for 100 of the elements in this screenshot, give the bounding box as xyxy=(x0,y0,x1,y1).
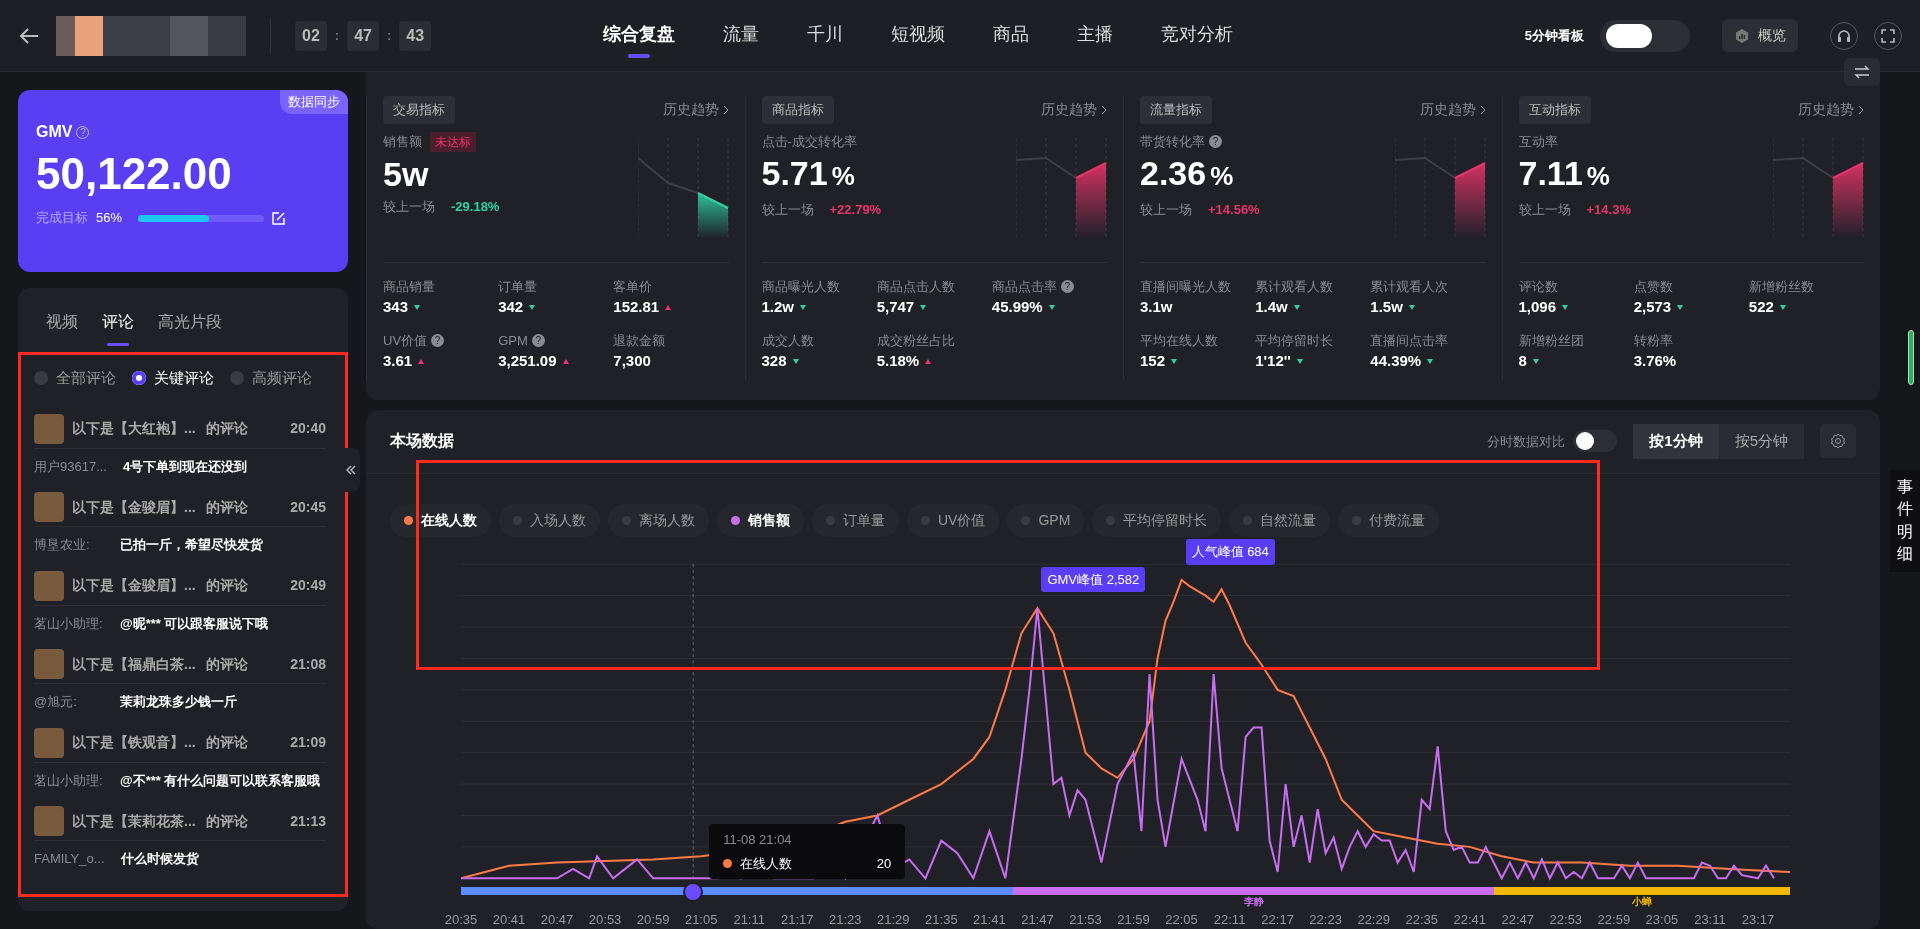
edit-icon[interactable] xyxy=(272,211,286,225)
scrollbar-thumb[interactable] xyxy=(1908,330,1914,385)
compare-toggle-switch[interactable] xyxy=(1573,430,1618,453)
time-axis-label: 21:53 xyxy=(1069,910,1102,929)
timer-digits: 43 xyxy=(399,20,432,51)
metric-label: 新增粉丝团 xyxy=(1518,331,1584,350)
legend-chip[interactable]: GPM xyxy=(1007,503,1085,537)
product-photo-placeholder xyxy=(34,413,64,444)
legend-chip[interactable]: 订单量 xyxy=(812,503,899,537)
swap-arrows-icon xyxy=(1854,65,1870,79)
time-axis-label: 22:29 xyxy=(1357,910,1390,929)
overview-button[interactable]: 概览 xyxy=(1722,19,1798,52)
legend-chip[interactable]: 入场人数 xyxy=(499,503,600,537)
chevron-right-icon xyxy=(1479,104,1486,115)
comment-product: 以下是【大红袍】... xyxy=(72,419,197,438)
nav-tab[interactable]: 商品 xyxy=(992,1,1029,70)
panel-tab[interactable]: 评论 xyxy=(90,296,146,352)
filter-radio[interactable]: 全部评论 xyxy=(34,367,116,390)
chevron-right-icon xyxy=(1101,104,1107,115)
metric-title: 互动率 xyxy=(1518,132,1558,151)
help-icon[interactable]: ? xyxy=(431,333,445,347)
metric-label: GPM xyxy=(498,331,528,350)
metric-title: 销售额 xyxy=(383,132,422,151)
metric-label: 转粉率 xyxy=(1633,331,1673,350)
history-trend-link[interactable]: 历史趋势 xyxy=(1419,99,1486,121)
time-axis-label: 23:05 xyxy=(1645,910,1679,929)
legend-chip[interactable]: 离场人数 xyxy=(608,503,709,537)
sync-badge: 数据同步 xyxy=(280,90,348,114)
collapse-button[interactable] xyxy=(342,448,360,492)
metric-value: 3.61 xyxy=(383,351,413,371)
comment-suffix: 的评论 xyxy=(206,733,248,752)
nav-tab[interactable]: 短视频 xyxy=(890,1,945,70)
metric-unit: % xyxy=(1586,160,1610,193)
metric-label: 商品曝光人数 xyxy=(761,277,840,296)
history-trend-link[interactable]: 历史趋势 xyxy=(1041,99,1107,121)
swap-button[interactable] xyxy=(1844,58,1880,86)
metric-label: 点赞数 xyxy=(1633,277,1673,296)
board-toggle-switch[interactable] xyxy=(1600,19,1690,52)
legend-chip[interactable]: 平均停留时长 xyxy=(1092,503,1222,537)
comment-suffix: 的评论 xyxy=(206,497,248,517)
time-axis-label: 22:41 xyxy=(1453,910,1486,929)
comment-text: 已拍一斤，希望尽快发货 xyxy=(120,536,263,554)
help-icon[interactable]: ? xyxy=(1209,134,1222,148)
comment-text: @昵*** 可以跟客服说下哦 xyxy=(120,614,269,633)
metric-label: 退款金额 xyxy=(613,331,666,350)
nav-tab[interactable]: 千川 xyxy=(806,1,843,70)
playhead-marker-icon[interactable] xyxy=(683,882,704,902)
comment-time: 21:13 xyxy=(290,811,326,831)
event-detail-tab[interactable]: 事件明细 xyxy=(1890,470,1920,572)
timer-colon: : xyxy=(334,26,340,45)
time-axis-label: 20:35 xyxy=(444,910,478,929)
legend-chip[interactable]: 自然流量 xyxy=(1229,503,1331,537)
metric-label: 成交粉丝占比 xyxy=(876,331,955,350)
comment-time: 21:08 xyxy=(290,654,326,674)
nav-tab[interactable]: 主播 xyxy=(1076,1,1113,70)
settings-button[interactable] xyxy=(1820,424,1856,459)
timer-digits: 02 xyxy=(295,20,327,51)
metric-value: 342 xyxy=(498,297,524,317)
comment-suffix: 的评论 xyxy=(206,419,248,438)
comment-user: @旭元: xyxy=(34,693,78,711)
comment-product: 以下是【金骏眉】... xyxy=(72,576,197,595)
metric-unit: % xyxy=(831,160,855,193)
comment-text: 什么时候发货 xyxy=(120,850,199,868)
help-icon[interactable]: ? xyxy=(1060,279,1074,293)
nav-tab[interactable]: 流量 xyxy=(722,1,759,70)
interval-tab[interactable]: 按1分钟 xyxy=(1633,424,1719,459)
comment-user: 茗山小助理: xyxy=(34,614,104,633)
metric-label: 累计观看人数 xyxy=(1255,277,1334,296)
comment-suffix: 的评论 xyxy=(206,576,248,595)
time-axis-label: 21:59 xyxy=(1117,910,1150,929)
metric-value: 1.2w xyxy=(761,297,795,317)
history-trend-link[interactable]: 历史趋势 xyxy=(662,99,729,121)
help-icon[interactable]: ? xyxy=(531,333,545,347)
metric-label: 平均停留时长 xyxy=(1255,331,1334,350)
metric-value: 1.5w xyxy=(1370,297,1403,317)
comment-product: 以下是【金骏眉】... xyxy=(72,497,197,517)
comment-text: @不*** 有什么问题可以联系客服哦 xyxy=(120,771,321,790)
filter-radio[interactable]: 关键评论 xyxy=(132,367,214,390)
legend-chip[interactable]: 付费流量 xyxy=(1338,503,1440,537)
legend-chip[interactable]: 销售额 xyxy=(717,503,804,537)
time-axis-label: 20:53 xyxy=(588,910,622,929)
nav-tab[interactable]: 综合复盘 xyxy=(602,1,675,70)
metric-value: 3.76% xyxy=(1633,351,1677,371)
comment-product: 以下是【铁观音】... xyxy=(72,733,197,752)
comment-user: 用户93617... xyxy=(34,457,107,476)
history-trend-link[interactable]: 历史趋势 xyxy=(1798,99,1864,121)
panel-tab[interactable]: 高光片段 xyxy=(146,296,234,352)
time-axis-label: 21:47 xyxy=(1021,910,1054,929)
comment-user: FAMILY_o... xyxy=(34,850,105,868)
filter-radio[interactable]: 高频评论 xyxy=(230,367,312,390)
panel-tab[interactable]: 视频 xyxy=(34,296,90,352)
time-axis-label: 21:23 xyxy=(829,910,862,929)
interval-tab[interactable]: 按5分钟 xyxy=(1718,424,1804,459)
target-percent: 56% xyxy=(96,209,123,228)
legend-chip[interactable]: 在线人数 xyxy=(390,503,491,537)
change-value: -29.18% xyxy=(451,197,500,216)
nav-tab[interactable]: 竞对分析 xyxy=(1160,1,1233,70)
metric-value: 3.1w xyxy=(1140,297,1173,317)
back-arrow-icon[interactable] xyxy=(18,26,40,45)
legend-chip[interactable]: UV价值 xyxy=(907,503,1000,537)
